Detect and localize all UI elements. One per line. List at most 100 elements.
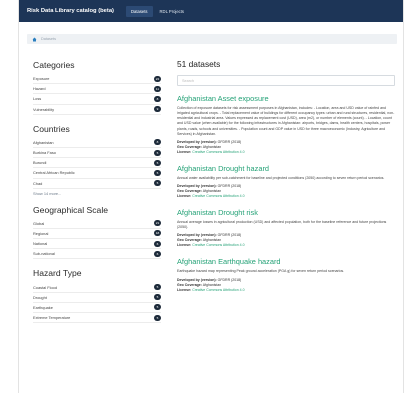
facet-label: Earthquake bbox=[33, 304, 53, 310]
breadcrumb-current: Datasets bbox=[41, 37, 56, 41]
facet-item-sub-national[interactable]: Sub-national 6 bbox=[33, 249, 161, 260]
count-badge: 5 bbox=[154, 180, 161, 187]
dataset-license: License: Creative Commons Attribution 4.… bbox=[177, 288, 395, 293]
dataset-title-link[interactable]: Afghanistan Asset exposure bbox=[177, 94, 395, 103]
dataset-description: Annual average losses in agricultural pr… bbox=[177, 220, 387, 230]
facet-item-coastal-flood[interactable]: Coastal Flood 5 bbox=[33, 282, 161, 293]
facet-item-central-african-republic[interactable]: Central African Republic 5 bbox=[33, 168, 161, 179]
coverage-value: Afghanistan bbox=[202, 144, 222, 149]
coverage-value: Afghanistan bbox=[202, 282, 222, 287]
developer-label: Developed by (version): bbox=[177, 139, 217, 144]
facet-label: Loss bbox=[33, 96, 42, 102]
facet-item-drought[interactable]: Drought 5 bbox=[33, 293, 161, 303]
developer-label: Developed by (version): bbox=[177, 277, 217, 282]
developer-value: GFDRR (2018) bbox=[217, 233, 242, 238]
count-badge: 9 bbox=[154, 106, 161, 113]
facet-label: Exposure bbox=[33, 76, 50, 82]
count-badge: 6 bbox=[154, 240, 161, 247]
app-window: Risk Data Library catalog (beta) Dataset… bbox=[18, 0, 404, 393]
facet-item-national[interactable]: National 6 bbox=[33, 239, 161, 250]
dataset-description: Collection of exposure datasets for risk… bbox=[177, 106, 395, 136]
dataset-title-link[interactable]: Afghanistan Earthquake hazard bbox=[177, 257, 395, 266]
developer-value: GFDRR (2018) bbox=[217, 139, 242, 144]
count-badge: 5 bbox=[154, 169, 161, 176]
facet-label: Afghanistan bbox=[33, 139, 54, 145]
dataset-description: Annual water availability per sub-catchm… bbox=[177, 175, 385, 180]
facet-item-afghanistan[interactable]: Afghanistan 8 bbox=[33, 138, 161, 148]
coverage-label: Geo Coverage: bbox=[177, 144, 202, 149]
facet-title: Countries bbox=[33, 123, 70, 134]
dataset-item: Afghanistan Drought risk Annual average … bbox=[177, 208, 395, 248]
results-count: 51 datasets bbox=[177, 59, 221, 69]
facet-item-vulnerability[interactable]: Vulnerability 9 bbox=[33, 105, 161, 115]
license-label: License: bbox=[177, 149, 192, 154]
coverage-label: Geo Coverage: bbox=[177, 282, 202, 287]
coverage-label: Geo Coverage: bbox=[177, 238, 202, 243]
facet-label: Coastal Flood bbox=[33, 284, 58, 290]
developer-value: GFDRR (2018) bbox=[217, 277, 242, 282]
facet-item-global[interactable]: Global 21 bbox=[33, 219, 161, 229]
count-badge: 5 bbox=[154, 284, 161, 291]
facet-categories: Categories Exposure 22 Hazard 11 Loss 8 Vul… bbox=[33, 60, 161, 115]
search-input[interactable]: Search bbox=[177, 75, 395, 86]
license-label: License: bbox=[177, 287, 192, 292]
facet-item-chad[interactable]: Chad 5 bbox=[33, 179, 161, 189]
license-link[interactable]: Creative Commons Attribution 4.0 bbox=[192, 288, 244, 292]
count-badge: 5 bbox=[154, 304, 161, 311]
license-label: License: bbox=[177, 194, 192, 199]
facet-title: Hazard Type bbox=[33, 268, 82, 279]
top-navbar: Risk Data Library catalog (beta) Dataset… bbox=[19, 0, 403, 22]
facet-item-loss[interactable]: Loss 8 bbox=[33, 94, 161, 105]
tab-datasets[interactable]: Datasets bbox=[125, 5, 153, 17]
count-badge: 21 bbox=[154, 220, 161, 227]
home-icon[interactable] bbox=[32, 37, 37, 42]
facet-label: Hazard bbox=[33, 86, 46, 92]
facet-item-exposure[interactable]: Exposure 22 bbox=[33, 74, 161, 85]
dataset-license: License: Creative Commons Attribution 4.… bbox=[177, 243, 395, 248]
facet-label: Burundi bbox=[33, 160, 47, 166]
dataset-item: Afghanistan Asset exposure Collection of… bbox=[177, 94, 395, 155]
dataset-item: Afghanistan Drought hazard Annual water … bbox=[177, 164, 395, 199]
license-link[interactable]: Creative Commons Attribution 4.0 bbox=[192, 150, 244, 154]
facet-countries: Countries Afghanistan 8 Burkina Faso 5 Bur… bbox=[33, 124, 161, 199]
coverage-value: Afghanistan bbox=[202, 189, 222, 194]
facet-label: Chad bbox=[33, 180, 43, 186]
dataset-title-link[interactable]: Afghanistan Drought risk bbox=[177, 208, 395, 217]
facet-geographical-scale: Geographical Scale Global 21 Regional 18 N… bbox=[33, 205, 161, 260]
count-badge: 22 bbox=[154, 75, 161, 82]
show-more-countries-link[interactable]: Show 14 more... bbox=[33, 189, 161, 199]
license-link[interactable]: Creative Commons Attribution 4.0 bbox=[192, 243, 244, 247]
developer-value: GFDRR (2018) bbox=[217, 184, 242, 189]
dataset-license: License: Creative Commons Attribution 4.… bbox=[177, 150, 395, 155]
license-link[interactable]: Creative Commons Attribution 4.0 bbox=[192, 194, 244, 198]
facet-label: Regional bbox=[33, 230, 49, 236]
tab-rdl-projects[interactable]: RDL Projects bbox=[155, 6, 190, 17]
facet-label: Central African Republic bbox=[33, 170, 75, 176]
facet-sidebar: Categories Exposure 22 Hazard 11 Loss 8 Vul… bbox=[33, 56, 161, 324]
count-badge: 11 bbox=[154, 85, 161, 92]
count-badge: 5 bbox=[154, 314, 161, 321]
facet-item-earthquake[interactable]: Earthquake 5 bbox=[33, 303, 161, 313]
developer-label: Developed by (version): bbox=[177, 184, 217, 189]
dataset-title-link[interactable]: Afghanistan Drought hazard bbox=[177, 164, 395, 173]
facet-label: Global bbox=[33, 220, 45, 226]
coverage-label: Geo Coverage: bbox=[177, 189, 202, 194]
facet-label: National bbox=[33, 241, 48, 247]
dataset-license: License: Creative Commons Attribution 4.… bbox=[177, 194, 395, 199]
facet-item-burkina-faso[interactable]: Burkina Faso 5 bbox=[33, 148, 161, 159]
count-badge: 5 bbox=[154, 149, 161, 156]
facet-item-hazard[interactable]: Hazard 11 bbox=[33, 84, 161, 95]
facet-item-extreme-temperature[interactable]: Extreme Temperature 5 bbox=[33, 313, 161, 324]
facet-label: Sub-national bbox=[33, 251, 55, 257]
facet-title: Geographical Scale bbox=[33, 204, 109, 215]
coverage-value: Afghanistan bbox=[202, 238, 222, 243]
dataset-description: Earthquake hazard map representing Peak … bbox=[177, 269, 345, 274]
facet-item-regional[interactable]: Regional 18 bbox=[33, 229, 161, 240]
facet-item-burundi[interactable]: Burundi 5 bbox=[33, 158, 161, 169]
count-badge: 8 bbox=[154, 95, 161, 102]
count-badge: 18 bbox=[154, 230, 161, 237]
brand-title[interactable]: Risk Data Library catalog (beta) bbox=[27, 8, 114, 14]
breadcrumb: Datasets bbox=[27, 34, 397, 44]
count-badge: 6 bbox=[154, 250, 161, 257]
license-label: License: bbox=[177, 243, 192, 248]
